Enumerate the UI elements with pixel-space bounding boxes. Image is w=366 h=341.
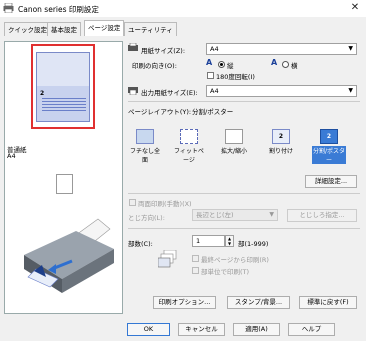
fit-page-icon [180,129,198,144]
tab-page-setup[interactable]: ページ設定 [84,20,125,36]
defaults-button[interactable]: 標準に戻す(F) [299,296,357,309]
divider [128,101,360,102]
paper-size-select[interactable]: A4 ▼ [206,43,357,55]
duplex-checkbox[interactable] [129,199,136,206]
printer-illustration [24,218,114,293]
copies-range: 部(1-999) [238,240,269,248]
layout-borderless[interactable]: フチなし全面 [128,127,162,164]
landscape-radio[interactable] [282,61,289,68]
orientation-label: 印刷の向き(O): [132,62,177,70]
paper-size-label: 用紙サイズ(Z): [141,47,186,55]
copies-spinner[interactable]: ▲ ▼ [225,235,234,247]
chevron-down-icon: ▼ [348,45,353,52]
help-button[interactable]: ヘルプ [288,323,335,336]
stamp-background-button[interactable]: スタンプ/背景... [227,296,290,309]
last-page-first-label: 最終ページから印刷(R) [201,256,269,264]
copies-value: 1 [196,237,201,245]
output-size-value: A4 [210,87,219,95]
output-size-icon [128,87,138,95]
close-icon[interactable]: ✕ [349,2,361,14]
layout-fit-page-label: フィットページ [174,148,204,164]
cancel-button[interactable]: キャンセル [178,323,225,336]
binding-side-select[interactable]: 長辺とじ(左) ▼ [192,209,278,221]
chevron-down-icon: ▼ [348,87,353,94]
layout-page-layout-label: 割り付け [268,148,293,155]
collate-label: 部単位で印刷(T) [201,268,250,276]
layout-fit-page[interactable]: フィットページ [172,127,206,164]
tab-maintenance[interactable]: ユーティリティ [124,22,177,36]
portrait-icon: A [206,58,213,67]
page-icon [56,174,73,194]
margin-button[interactable]: とじしろ指定... [287,209,357,222]
scaled-icon [225,129,243,144]
output-size-select[interactable]: A4 ▼ [206,85,357,97]
divider [128,193,360,194]
binding-side-value: 長辺とじ(左) [196,211,234,219]
tab-main[interactable]: 基本設定 [47,22,81,36]
rotate180-label: 180度回転(I) [216,73,255,81]
paper-size-value: A4 [210,45,219,53]
landscape-label: 横 [291,62,298,70]
layout-value: 分割/ポスター [192,108,234,116]
chevron-down-icon: ▼ [269,211,274,218]
page-layout-icon: 2 [272,129,290,144]
layout-tiling-poster[interactable]: 2 分割/ポスター [312,127,346,164]
copies-label: 部数(C): [128,240,153,248]
apply-button[interactable]: 適用(A) [233,323,280,336]
layout-scaled[interactable]: 拡大/縮小 [217,127,251,155]
layout-scaled-label: 拡大/縮小 [220,148,248,155]
printer-icon [3,3,14,13]
copies-stack-icon [158,250,177,268]
last-page-first-checkbox[interactable] [192,255,199,262]
rotate180-checkbox[interactable] [207,72,214,79]
layout-tiling-poster-label: 分割/ポスター [312,146,346,164]
landscape-icon: A [271,58,278,67]
layout-label: ページレイアウト(Y): [128,108,192,116]
tiling-poster-icon: 2 [320,129,338,144]
collate-checkbox[interactable] [192,267,199,274]
print-options-button[interactable]: 印刷オプション... [153,296,216,309]
paper-preview-top [37,53,89,86]
layout-page-layout[interactable]: 2 割り付け [264,127,298,155]
copies-input[interactable]: 1 [192,235,225,247]
window-title: Canon series 印刷設定 [18,5,99,14]
detail-settings-button[interactable]: 詳細設定... [305,175,357,188]
portrait-radio[interactable] [218,61,225,68]
text-lines-preview [42,98,86,118]
borderless-icon [136,129,154,144]
binding-side-label: とじ方向(L): [128,214,165,222]
paper-size-icon [128,43,138,51]
duplex-label: 両面印刷(手動)(X) [138,200,192,208]
page-number-preview: 2 [40,90,45,97]
output-size-label: 出力用紙サイズ(E): [141,89,198,97]
paper-size-readout: A4 [7,152,16,160]
ok-button[interactable]: OK [127,323,170,336]
tab-quick-setup[interactable]: クイック設定 [4,22,51,36]
layout-borderless-label: フチなし全面 [129,148,160,164]
portrait-label: 縦 [227,62,234,70]
divider [128,228,360,229]
